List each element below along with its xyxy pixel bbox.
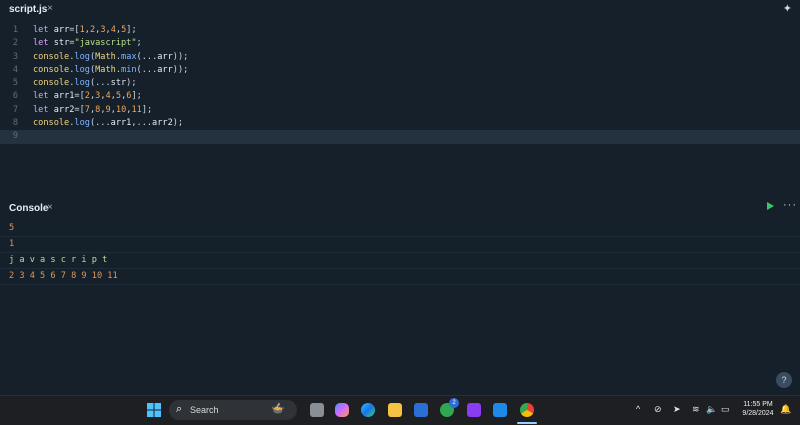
line-number: 8 — [12, 118, 18, 129]
store-icon[interactable] — [414, 403, 428, 417]
code-text: let arr=[1,2,3,4,5]; — [33, 25, 137, 35]
code-line[interactable]: 4 console.log(Math.min(...arr)); — [0, 64, 800, 77]
task-view-icon[interactable] — [310, 403, 324, 417]
file-explorer-icon[interactable] — [388, 403, 402, 417]
code-line[interactable]: 1 let arr=[1,2,3,4,5]; — [0, 24, 800, 37]
tab-console[interactable]: Console — [9, 203, 48, 214]
taskbar-search[interactable]: ⌕ Search 🍲 — [169, 400, 297, 420]
copilot-icon[interactable] — [335, 403, 349, 417]
system-clock[interactable]: 11:55 PM 9/28/2024 — [740, 400, 776, 418]
xbox-icon[interactable]: 2 — [440, 398, 459, 417]
code-text: console.log(...arr1,...arr2); — [33, 118, 184, 129]
chevron-up-icon[interactable]: ^ — [636, 404, 640, 414]
code-area[interactable]: 1 let arr=[1,2,3,4,5]; 2 let str="javasc… — [0, 24, 800, 144]
code-line[interactable]: 8 console.log(...arr1,...arr2); — [0, 117, 800, 130]
bell-icon[interactable]: 🔔 — [780, 404, 791, 415]
search-input[interactable]: Search — [190, 405, 219, 415]
volume-icon[interactable]: 🔈 — [706, 404, 717, 415]
wifi-icon[interactable]: ≋ — [692, 404, 700, 415]
code-line[interactable]: 2 let str="javascript"; — [0, 37, 800, 50]
console-output-text: 2 3 4 5 6 7 8 9 10 11 — [9, 271, 118, 281]
search-icon: ⌕ — [176, 403, 183, 415]
code-text: console.log(Math.min(...arr)); — [33, 64, 189, 75]
search-highlight-icon: 🍲 — [271, 403, 285, 415]
line-number: 6 — [12, 91, 18, 102]
windows-start-icon[interactable] — [147, 403, 161, 417]
code-text: console.log(Math.max(...arr)); — [33, 51, 189, 62]
more-icon[interactable]: ··· — [783, 199, 797, 211]
code-line[interactable]: 3 console.log(Math.max(...arr)); — [0, 51, 800, 64]
console-output-text: 1 — [9, 239, 15, 249]
code-line[interactable]: 5 console.log(...str); — [0, 77, 800, 90]
line-number: 9 — [12, 131, 18, 142]
console-output-text: 5 — [9, 223, 15, 233]
line-number: 1 — [12, 25, 18, 35]
code-editor[interactable]: script.js × ✦ 1 let arr=[1,2,3,4,5]; 2 l… — [0, 0, 800, 196]
sparkle-icon[interactable]: ✦ — [783, 2, 792, 15]
line-number: 4 — [12, 64, 18, 75]
close-icon[interactable]: × — [47, 202, 53, 213]
line-number: 5 — [12, 78, 18, 89]
editor-tabbar: script.js × ✦ — [0, 0, 800, 20]
code-text: let arr1=[2,3,4,5,6]; — [33, 91, 142, 102]
chrome-icon[interactable] — [520, 403, 534, 417]
line-number: 3 — [12, 51, 18, 62]
clock-time: 11:55 PM — [743, 401, 773, 408]
help-icon[interactable]: ? — [776, 372, 792, 388]
network-off-icon[interactable]: ⊘ — [654, 404, 662, 415]
location-icon[interactable]: ➤ — [673, 404, 681, 415]
battery-icon[interactable]: ▭ — [721, 404, 730, 415]
edge-icon[interactable] — [361, 403, 375, 417]
close-icon[interactable]: × — [47, 3, 53, 14]
code-line[interactable]: 7 let arr2=[7,8,9,10,11]; — [0, 104, 800, 117]
line-number: 7 — [12, 104, 18, 115]
code-text: let str="javascript"; — [33, 38, 142, 49]
console-output-text: j a v a s c r i p t — [9, 255, 108, 265]
console-output-line: 2 3 4 5 6 7 8 9 10 11 — [0, 268, 800, 285]
code-text: let arr2=[7,8,9,10,11]; — [33, 104, 153, 115]
clock-date: 9/28/2024 — [742, 410, 774, 417]
app-icon[interactable] — [467, 403, 481, 417]
console-output-line: 1 — [0, 236, 800, 253]
taskbar: ⌕ Search 🍲 2 ^ ⊘ ➤ ≋ 🔈 ▭ 11:55 PM 9/28/2… — [0, 395, 800, 425]
code-line[interactable]: 6 let arr1=[2,3,4,5,6]; — [0, 90, 800, 103]
run-icon[interactable] — [767, 202, 774, 210]
console-output-line: j a v a s c r i p t — [0, 252, 800, 269]
console-output-line: 5 — [0, 220, 800, 237]
console-panel: Console × ··· 5 1 j a v a s c r i p t 2 … — [0, 196, 800, 395]
code-line-active[interactable]: 9 — [0, 130, 800, 144]
notification-badge: 2 — [449, 398, 459, 408]
line-number: 2 — [12, 38, 18, 49]
console-header: Console × ··· — [0, 196, 800, 220]
code-text: console.log(...str); — [33, 78, 137, 89]
tab-script-js[interactable]: script.js — [9, 4, 47, 15]
vscode-icon[interactable] — [493, 403, 507, 417]
